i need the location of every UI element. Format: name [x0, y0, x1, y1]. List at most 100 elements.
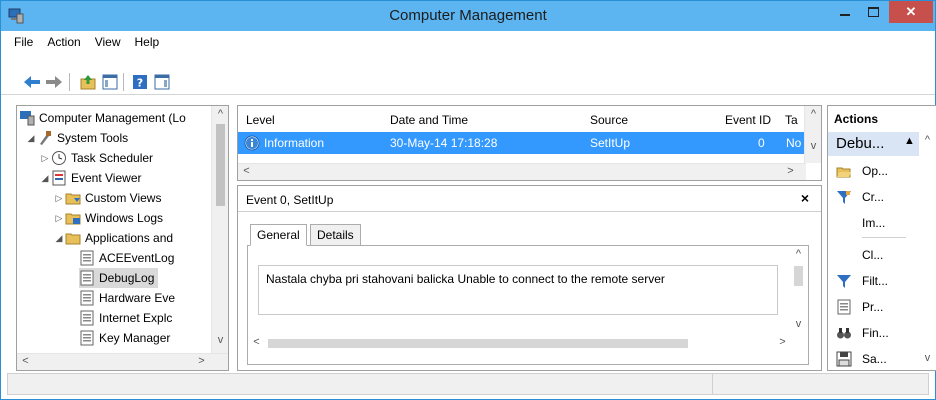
toolbar-separator: [123, 73, 124, 91]
action-import-custom-view[interactable]: Im...: [828, 210, 885, 236]
title-bar[interactable]: Computer Management ✕: [1, 1, 935, 31]
scroll-down-arrow-icon[interactable]: v: [212, 334, 228, 346]
tab-general[interactable]: General: [250, 224, 307, 246]
action-filter-current-log[interactable]: Filt...: [828, 268, 888, 294]
close-icon: ✕: [905, 4, 917, 19]
tree-item-hardware-events[interactable]: Hardware Eve: [79, 288, 175, 308]
message-vertical-scrollbar[interactable]: ^ v: [790, 246, 807, 331]
minimize-button[interactable]: [831, 1, 859, 23]
tree-item-custom-views[interactable]: ▷ Custom Views: [53, 188, 162, 208]
action-find[interactable]: Fin...: [828, 320, 889, 346]
scroll-down-arrow-icon[interactable]: v: [805, 140, 821, 152]
scroll-right-arrow-icon[interactable]: >: [193, 355, 210, 367]
console-tree[interactable]: Computer Management (Lo ◢ System Tools ▷…: [16, 105, 229, 371]
event-date: 30-May-14 17:18:28: [390, 136, 498, 150]
help-icon: ?: [133, 75, 147, 90]
column-header-source[interactable]: Source: [590, 113, 628, 127]
event-row[interactable]: Information 30-May-14 17:18:28 SetItUp 0…: [238, 132, 806, 154]
scroll-up-arrow-icon[interactable]: ^: [805, 108, 821, 120]
actions-pane: Actions Debu... ▲ Op... Cr... Im... Cl..…: [827, 105, 936, 371]
scroll-up-arrow-icon[interactable]: ^: [790, 248, 807, 260]
tree-item-label: ACEEventLog: [99, 251, 175, 265]
show-hide-console-tree-button[interactable]: [101, 73, 119, 91]
close-detail-icon[interactable]: ×: [801, 190, 809, 206]
scrollbar-thumb[interactable]: [794, 266, 803, 286]
status-divider: [712, 374, 713, 394]
log-icon: [80, 270, 94, 286]
menu-file[interactable]: File: [7, 35, 40, 49]
up-folder-button[interactable]: [79, 73, 97, 91]
scroll-down-arrow-icon[interactable]: v: [790, 318, 807, 330]
close-button[interactable]: ✕: [889, 1, 933, 23]
scroll-left-arrow-icon[interactable]: <: [17, 355, 34, 367]
column-header-date-and-time[interactable]: Date and Time: [390, 113, 468, 127]
tab-details[interactable]: Details: [310, 224, 361, 246]
scroll-up-arrow-icon[interactable]: ^: [212, 108, 228, 120]
message-horizontal-scrollbar[interactable]: < >: [248, 335, 796, 352]
tree-vertical-scrollbar[interactable]: ^ v: [211, 106, 228, 353]
scrollbar-thumb[interactable]: [216, 124, 225, 206]
back-button[interactable]: [23, 73, 41, 91]
tree-item-debuglog[interactable]: DebugLog: [79, 268, 159, 288]
maximize-button[interactable]: [859, 1, 887, 23]
column-header-event-id[interactable]: Event ID: [725, 113, 771, 127]
scroll-down-arrow-icon[interactable]: v: [919, 352, 936, 364]
blank-icon: [836, 215, 852, 231]
tree-item-label: Key Manager: [99, 331, 171, 345]
actions-vertical-scrollbar[interactable]: ^ v: [919, 132, 936, 370]
actions-section-header[interactable]: Debu... ▲: [828, 132, 921, 156]
forward-button[interactable]: [45, 73, 63, 91]
event-message-box[interactable]: Nastala chyba pri stahovani balicka Unab…: [258, 265, 778, 315]
action-properties[interactable]: Pr...: [828, 294, 883, 320]
tree-item-event-viewer[interactable]: ◢ Event Viewer: [39, 168, 141, 188]
event-task: No: [786, 136, 802, 150]
tree-horizontal-scrollbar[interactable]: < >: [17, 353, 228, 370]
action-save-events[interactable]: Sa...: [828, 346, 887, 370]
column-header-task-category[interactable]: Ta: [785, 113, 798, 127]
tree-item-task-scheduler[interactable]: ▷ Task Scheduler: [39, 148, 153, 168]
events-list[interactable]: Level Date and Time Source Event ID Ta I…: [237, 105, 822, 181]
menu-view[interactable]: View: [88, 35, 128, 49]
actions-separator: [862, 237, 906, 238]
log-icon: [80, 330, 94, 346]
collapsed-arrow-icon[interactable]: ▷: [39, 153, 51, 164]
tree-item-system-tools[interactable]: ◢ System Tools: [25, 128, 128, 148]
open-folder-icon: [836, 167, 851, 178]
scroll-up-arrow-icon[interactable]: ^: [919, 134, 936, 146]
events-horizontal-scrollbar[interactable]: < >: [238, 163, 806, 180]
tree-item-key-manager[interactable]: Key Manager: [79, 328, 170, 348]
scroll-left-arrow-icon[interactable]: <: [248, 336, 265, 348]
log-icon: [80, 290, 94, 306]
scrollbar-thumb[interactable]: [268, 339, 688, 348]
column-header-level[interactable]: Level: [246, 113, 275, 127]
scroll-right-arrow-icon[interactable]: >: [774, 336, 791, 348]
tree-item-applications-and-services[interactable]: ◢ Applications and: [53, 228, 174, 248]
action-clear-log[interactable]: Cl...: [828, 242, 883, 268]
detail-title: Event 0, SetItUp: [246, 193, 334, 207]
tree-item-internet-explorer[interactable]: Internet Explc: [79, 308, 172, 328]
action-create-custom-view[interactable]: Cr...: [828, 184, 884, 210]
expanded-arrow-icon[interactable]: ◢: [25, 133, 37, 144]
expanded-arrow-icon[interactable]: ◢: [53, 233, 65, 244]
expanded-arrow-icon[interactable]: ◢: [39, 173, 51, 184]
show-hide-action-pane-button[interactable]: [153, 73, 171, 91]
blank-icon: [836, 247, 852, 263]
collapsed-arrow-icon[interactable]: ▷: [53, 213, 65, 224]
help-button[interactable]: ?: [131, 73, 149, 91]
scroll-left-arrow-icon[interactable]: <: [238, 165, 255, 177]
menu-help[interactable]: Help: [128, 35, 167, 49]
events-vertical-scrollbar[interactable]: ^ v: [804, 106, 821, 163]
scroll-right-arrow-icon[interactable]: >: [782, 165, 799, 177]
action-label: Op...: [862, 164, 889, 178]
tree-item-computer-management[interactable]: Computer Management (Lo: [19, 108, 186, 128]
action-open-saved-log[interactable]: Op...: [828, 158, 888, 184]
tree-item-aceeventlog[interactable]: ACEEventLog: [79, 248, 174, 268]
action-label: Fin...: [862, 326, 889, 340]
menu-action[interactable]: Action: [40, 35, 87, 49]
tree-item-windows-logs[interactable]: ▷ Windows Logs: [53, 208, 164, 228]
maximize-icon: [867, 7, 879, 17]
collapsed-arrow-icon[interactable]: ▷: [53, 193, 65, 204]
console-tree-icon: [102, 74, 118, 90]
collapse-up-icon[interactable]: ▲: [904, 135, 915, 147]
action-label: Sa...: [862, 352, 887, 366]
